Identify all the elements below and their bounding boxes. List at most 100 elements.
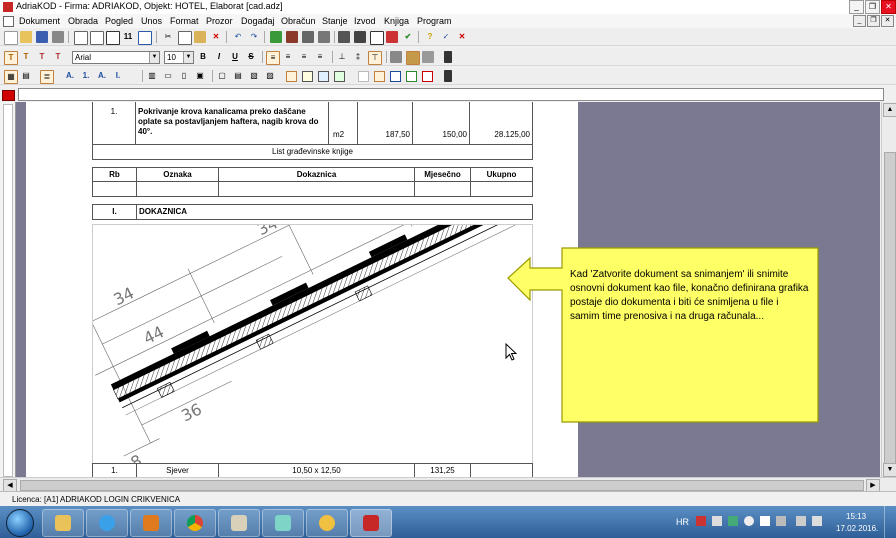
print-icon[interactable] [52, 31, 64, 43]
border-black-box[interactable] [374, 71, 385, 82]
cell-edit-input[interactable] [18, 88, 884, 101]
cell-merge-icon[interactable]: ▣ [194, 70, 206, 82]
menu-dogadaj[interactable]: Događaj [241, 16, 275, 26]
fill-green-box[interactable] [334, 71, 345, 82]
clock-date[interactable]: 17.02.2016. [836, 524, 878, 533]
page-icon[interactable]: ▢ [216, 70, 228, 82]
restore-button[interactable]: ❐ [865, 0, 880, 14]
page-number[interactable]: 11 [122, 31, 134, 43]
menu-dokument[interactable]: Dokument [19, 16, 60, 26]
exit-icon[interactable]: ✕ [456, 31, 468, 43]
numbering-1-icon[interactable]: 1. [80, 70, 92, 82]
find-icon[interactable] [370, 31, 384, 45]
fill-icon[interactable] [390, 51, 402, 63]
fill-white-box[interactable] [358, 71, 369, 82]
align-right-icon[interactable]: ≡ [298, 51, 310, 63]
window-icon[interactable] [338, 31, 350, 43]
scroll-thumb[interactable] [884, 152, 896, 469]
save-icon[interactable] [36, 31, 48, 43]
menu-format[interactable]: Format [170, 16, 199, 26]
valign-bottom-icon[interactable]: ⊥ [336, 51, 348, 63]
strike-button[interactable]: S [245, 51, 257, 63]
row-insert-icon[interactable]: ▭ [162, 70, 174, 82]
horizontal-scrollbar[interactable]: ◀ ▶ [0, 477, 896, 492]
language-indicator[interactable]: HR [676, 517, 689, 527]
valign-middle-icon[interactable]: ‡ [352, 51, 364, 63]
numbering-a-icon[interactable]: A. [64, 70, 76, 82]
align-center-icon[interactable]: ≡ [282, 51, 294, 63]
list-icon[interactable] [302, 31, 314, 43]
menu-stanje[interactable]: Stanje [322, 16, 348, 26]
eraser-icon[interactable] [422, 51, 434, 63]
fill-blue-box[interactable] [318, 71, 329, 82]
pencil-icon[interactable] [406, 51, 420, 65]
menu-program[interactable]: Program [417, 16, 452, 26]
scroll-up-icon[interactable]: ▲ [883, 103, 896, 117]
image-icon[interactable]: ▧ [248, 70, 260, 82]
numbering-i-icon[interactable]: I. [112, 70, 124, 82]
task-paint[interactable] [218, 509, 260, 537]
mdi-minimize-button[interactable]: _ [853, 15, 866, 27]
task-media[interactable] [130, 509, 172, 537]
frame-icon[interactable]: ▤ [20, 70, 32, 82]
task-chrome[interactable] [174, 509, 216, 537]
align-left-icon[interactable]: ≡ [266, 51, 280, 65]
mdi-close-button[interactable]: ✕ [881, 15, 894, 27]
border-red-box[interactable] [422, 71, 433, 82]
menu-prozor[interactable]: Prozor [206, 16, 233, 26]
undo-icon[interactable]: ↶ [232, 31, 244, 43]
text-style-3[interactable]: T [36, 51, 48, 63]
text-style-4[interactable]: T [52, 51, 64, 63]
tray-icon[interactable] [744, 516, 754, 526]
border-green-box[interactable] [406, 71, 417, 82]
scroll-down-icon[interactable]: ▼ [883, 463, 896, 477]
fill-yellow-box[interactable] [302, 71, 313, 82]
bold-button[interactable]: B [197, 51, 209, 63]
volume-icon[interactable] [812, 516, 822, 526]
vertical-scrollbar[interactable]: ▲ ▼ [881, 102, 896, 477]
scroll-thumb[interactable] [20, 480, 864, 491]
task-app2[interactable] [306, 509, 348, 537]
preview-icon[interactable] [74, 31, 88, 45]
task-adriakod[interactable] [350, 509, 392, 537]
stop-icon[interactable] [386, 31, 398, 43]
clock-time[interactable]: 15:13 [846, 512, 866, 521]
start-button[interactable] [6, 509, 34, 537]
network-icon[interactable] [796, 516, 806, 526]
delete-icon[interactable]: ✕ [210, 31, 222, 43]
tray-icon[interactable] [696, 516, 706, 526]
open-icon[interactable] [20, 31, 32, 43]
cut-icon[interactable]: ✂ [162, 31, 174, 43]
mdi-restore-button[interactable]: ❐ [867, 15, 880, 27]
close-button[interactable]: ✕ [881, 0, 896, 14]
check-icon[interactable]: ✔ [402, 31, 414, 43]
underline-button[interactable]: U [229, 51, 241, 63]
text-style-2[interactable]: T [20, 51, 32, 63]
menu-obrada[interactable]: Obrada [68, 16, 98, 26]
help-icon[interactable]: ? [424, 31, 436, 43]
menu-izvod[interactable]: Izvod [354, 16, 376, 26]
truck-icon[interactable] [354, 31, 366, 43]
task-app1[interactable] [262, 509, 304, 537]
spell-check-icon[interactable]: ✓ [440, 31, 452, 43]
menu-pogled[interactable]: Pogled [105, 16, 133, 26]
italic-button[interactable]: I [213, 51, 225, 63]
col-insert-icon[interactable]: ▯ [178, 70, 190, 82]
numbering-a2-icon[interactable]: A. [96, 70, 108, 82]
menu-unos[interactable]: Unos [141, 16, 162, 26]
menu-knjiga[interactable]: Knjiga [384, 16, 409, 26]
tray-icon[interactable] [712, 516, 722, 526]
font-size-select[interactable]: 10 ▼ [164, 51, 194, 64]
chart-icon[interactable]: ▨ [264, 70, 276, 82]
tray-icon[interactable] [728, 516, 738, 526]
new-icon[interactable] [4, 31, 18, 45]
copy-icon[interactable] [178, 31, 192, 45]
zoom-page-icon[interactable] [106, 31, 120, 45]
table-insert-icon[interactable]: ▥ [146, 70, 158, 82]
redo-icon[interactable]: ↷ [248, 31, 260, 43]
refresh-icon[interactable] [270, 31, 282, 43]
fill-none-box[interactable] [286, 71, 297, 82]
tray-icon[interactable] [776, 516, 786, 526]
minimize-button[interactable]: _ [849, 0, 864, 14]
home-icon[interactable] [286, 31, 298, 43]
